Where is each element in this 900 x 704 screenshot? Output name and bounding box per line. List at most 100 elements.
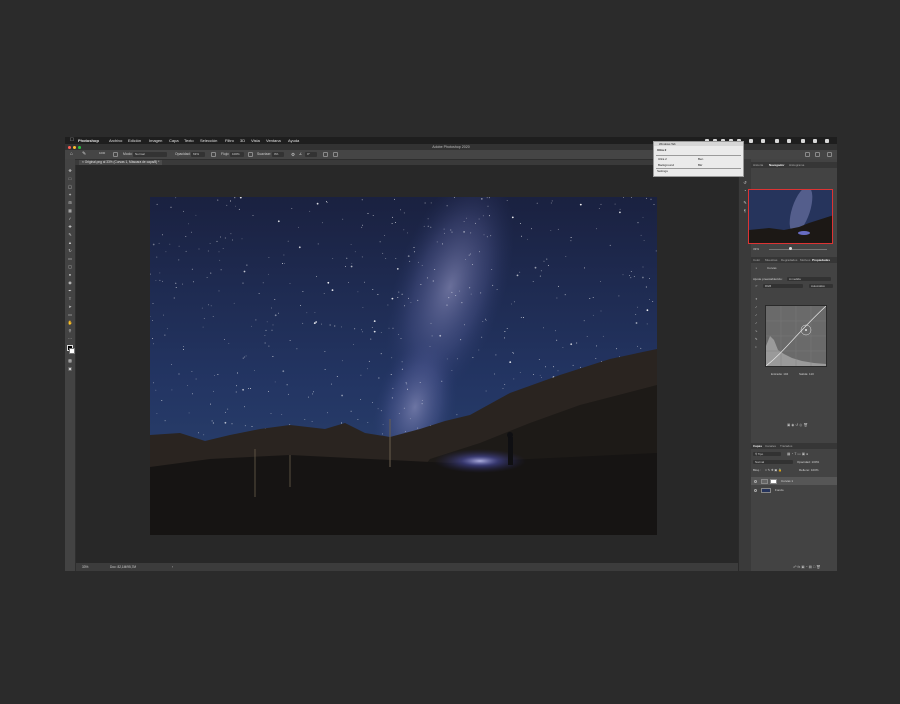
delete-layer-icon[interactable]: 🗑: [816, 565, 820, 569]
navigator-zoom-handle[interactable]: [789, 247, 792, 250]
delete-adjustment-icon[interactable]: 🗑: [803, 423, 807, 427]
menu-edicion[interactable]: Edición: [128, 137, 141, 144]
eye-icon[interactable]: [754, 479, 757, 483]
tab-color[interactable]: Color: [753, 257, 760, 263]
history-brush-tool-icon[interactable]: ↻: [68, 249, 73, 253]
menu-ventana[interactable]: Ventana: [266, 137, 281, 144]
tab-historia[interactable]: Historia: [753, 162, 763, 168]
layer-row[interactable]: Curvas 1: [751, 477, 837, 485]
eyedropper-tool-icon[interactable]: ✓: [68, 217, 73, 221]
lock-icons[interactable]: □ ✎ ✥ ▣ 🔒: [765, 468, 782, 472]
output-value[interactable]: 110: [809, 372, 814, 376]
share-icon[interactable]: [827, 152, 832, 157]
canvas-area[interactable]: [76, 165, 738, 563]
zoom-tool-icon[interactable]: ⚲: [68, 329, 73, 333]
tab-capas[interactable]: Capas: [753, 443, 762, 449]
status-icon[interactable]: [761, 138, 765, 143]
layer-kind-filter[interactable]: ⚲ Tipo: [753, 452, 781, 456]
menu-ayuda[interactable]: Ayuda: [288, 137, 299, 144]
blend-mode-select[interactable]: Normal: [753, 460, 793, 464]
reset-icon[interactable]: ↺: [795, 423, 798, 427]
filter-smart-icon[interactable]: ▣: [802, 452, 805, 456]
background-color-swatch[interactable]: [69, 348, 75, 354]
lasso-tool-icon[interactable]: ◯: [68, 185, 73, 189]
control-center-icon[interactable]: [813, 138, 817, 143]
menu-imagen[interactable]: Imagen: [149, 137, 162, 144]
layer-fill-value[interactable]: 100%: [811, 468, 819, 472]
filter-pixel-icon[interactable]: ▩: [787, 452, 790, 456]
brush-settings-icon[interactable]: ✎: [743, 201, 748, 205]
channel-select[interactable]: RGB: [763, 284, 803, 288]
paragraph-panel-icon[interactable]: ¶: [743, 209, 748, 213]
sample-gray-eyedropper-icon[interactable]: ✓: [755, 313, 758, 317]
new-adjustment-icon[interactable]: ◔: [806, 565, 808, 569]
menu-vista[interactable]: Vista: [251, 137, 260, 144]
crop-tool-icon[interactable]: ⊞: [68, 201, 73, 205]
layer-name[interactable]: Fondo: [775, 486, 784, 494]
sample-black-eyedropper-icon[interactable]: ✓: [755, 305, 758, 309]
tab-trazados[interactable]: Trazados: [780, 443, 792, 449]
filter-shape-icon[interactable]: ▭: [797, 452, 800, 456]
quick-selection-tool-icon[interactable]: ✦: [68, 193, 73, 197]
smoothing-settings-icon[interactable]: ⚙: [291, 150, 295, 159]
brush-tool-icon[interactable]: ✎: [68, 233, 73, 237]
home-icon[interactable]: ⌂: [70, 150, 73, 159]
clone-stamp-tool-icon[interactable]: ▲: [68, 241, 73, 245]
frame-tool-icon[interactable]: ▦: [68, 209, 73, 213]
apple-icon[interactable]: : [70, 137, 74, 144]
info-row1-left[interactable]: Ultra 2: [658, 157, 667, 161]
link-layers-icon[interactable]: ☍: [793, 565, 797, 569]
menu-capa[interactable]: Capa: [169, 137, 179, 144]
target-adjust-icon[interactable]: ☞: [755, 284, 758, 288]
menu-seleccion[interactable]: Selección: [200, 137, 217, 144]
new-layer-icon[interactable]: □: [813, 565, 815, 569]
history-panel-icon[interactable]: ↺: [743, 181, 748, 185]
brush-size-value[interactable]: 1000: [99, 149, 105, 158]
tab-muestras[interactable]: Muestras: [765, 257, 777, 263]
eye-icon[interactable]: [754, 488, 757, 492]
tab-histograma[interactable]: Histograma: [789, 162, 804, 168]
navigator-thumbnail[interactable]: [748, 189, 833, 244]
visibility-icon[interactable]: ◎: [799, 423, 802, 427]
menu-3d[interactable]: 3D: [240, 137, 245, 144]
mode-select[interactable]: Normal: [133, 152, 167, 157]
angle-field[interactable]: 0°: [305, 152, 317, 157]
path-selection-tool-icon[interactable]: ➤: [68, 305, 73, 309]
pressure-opacity-icon[interactable]: [211, 152, 216, 157]
more-tools-icon[interactable]: ⋯: [68, 337, 73, 341]
symmetry-icon[interactable]: [333, 152, 338, 157]
tab-canales[interactable]: Canales: [765, 443, 776, 449]
input-value[interactable]: 104: [783, 372, 788, 376]
blur-tool-icon[interactable]: ●: [68, 273, 73, 277]
healing-brush-tool-icon[interactable]: ✚: [68, 225, 73, 229]
tab-navegador[interactable]: Navegador: [769, 162, 785, 168]
move-tool-icon[interactable]: ✥: [68, 169, 73, 173]
menu-texto[interactable]: Texto: [184, 137, 194, 144]
search-icon[interactable]: [801, 138, 805, 143]
close-window-button[interactable]: [68, 145, 71, 149]
rectangle-tool-icon[interactable]: ▭: [68, 313, 73, 317]
auto-button[interactable]: Automático: [809, 284, 833, 288]
info-panel-header[interactable]: Windows Tab: [654, 142, 743, 146]
hand-tool-icon[interactable]: ✋: [68, 321, 73, 325]
layer-opacity-value[interactable]: 100%: [812, 460, 820, 464]
info-row2-left[interactable]: Background: [658, 163, 674, 167]
artboard-tool-icon[interactable]: □: [68, 177, 73, 181]
zoom-level[interactable]: 33%: [82, 563, 88, 571]
gradient-tool-icon[interactable]: ▢: [68, 265, 73, 269]
maximize-window-button[interactable]: [78, 145, 81, 149]
layer-style-icon[interactable]: fx: [798, 565, 801, 569]
menu-filtro[interactable]: Filtro: [225, 137, 234, 144]
document-info[interactable]: Doc: 82,1M/95,7M: [110, 563, 136, 571]
wifi-icon[interactable]: [775, 138, 779, 143]
navigator-zoom[interactable]: 33%: [753, 247, 759, 251]
info-panel-footer[interactable]: Settings: [657, 169, 668, 173]
status-icon[interactable]: [749, 138, 753, 143]
tab-motivos[interactable]: Motivos: [800, 257, 810, 263]
tab-propiedades[interactable]: Propiedades: [812, 257, 830, 263]
smoothing-field[interactable]: 0%: [272, 152, 284, 157]
curve-edit-icon[interactable]: ∿: [755, 329, 758, 333]
filter-toggle-icon[interactable]: ●: [806, 452, 808, 456]
airbrush-icon[interactable]: [248, 152, 253, 157]
view-previous-icon[interactable]: ◉: [791, 423, 794, 427]
